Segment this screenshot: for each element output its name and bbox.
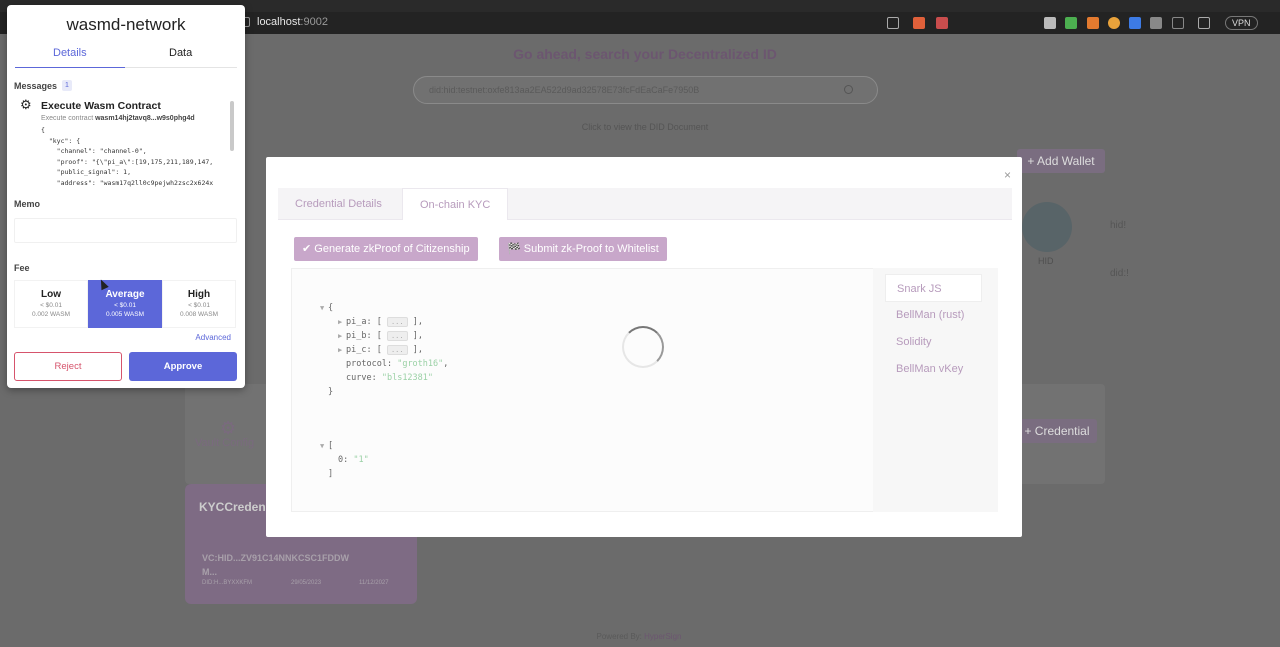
tab-onchain-kyc[interactable]: On-chain KYC (402, 188, 509, 220)
tab-details[interactable]: Details (53, 47, 87, 59)
fee-usd: < $0.01 (188, 302, 210, 309)
card-issued-date: 29/05/2023 (291, 580, 322, 586)
message-payload: { "kyc": { "channel": "channel-0", "proo… (41, 126, 214, 187)
card-expiry-date: 11/12/2027 (359, 580, 389, 586)
card-vc-line-1: VC:HID...ZV91C14NNKCSC1FDDW (202, 553, 350, 563)
menu-item-bellman-vkey[interactable]: BellMan vKey (885, 355, 982, 383)
active-tab-indicator (15, 67, 125, 68)
add-credential-button[interactable]: + Credential (1017, 419, 1097, 443)
fee-usd: < $0.01 (40, 302, 62, 309)
json-value-protocol: "groth16" (397, 359, 444, 369)
powered-by-prefix: Powered By: (596, 632, 642, 641)
json-index: 0 (338, 455, 344, 465)
gear-icon: ⚙ (220, 418, 237, 438)
menu-item-snarkjs[interactable]: Snark JS (885, 274, 982, 302)
public-signals-json: ▼[ 0: "1" ] (320, 439, 369, 479)
submit-zkproof-button[interactable]: 🏁 Submit zk-Proof to Whitelist (499, 237, 667, 261)
messages-label: Messages (14, 81, 58, 91)
url-port: :9002 (300, 16, 328, 28)
powered-by: Powered By: HyperSign (0, 632, 1278, 641)
gear-icon: ⚙ (20, 97, 32, 112)
share-icon[interactable] (887, 17, 899, 29)
credential-modal: × Credential Details On-chain KYC ✔ Gene… (266, 157, 1022, 537)
proof-json: ▼{ ▶ pi_a: [ ... ], ▶ pi_b: [ ... ], ▶ pi_c… (320, 301, 449, 397)
tab-credential-details[interactable]: Credential Details (278, 188, 399, 220)
address-bar[interactable]: localhost:9002 (257, 16, 328, 28)
wallet-icon[interactable] (1198, 17, 1210, 29)
fee-usd: < $0.01 (114, 302, 136, 309)
messages-count-badge: 1 (62, 80, 72, 91)
menu-item-solidity[interactable]: Solidity (885, 328, 982, 356)
loading-spinner-icon (622, 326, 664, 368)
vault-config-button[interactable]: Vault Config (195, 437, 254, 449)
json-key-pi-b: pi_b (346, 331, 367, 341)
memo-input[interactable] (14, 218, 237, 243)
modal-tabs: Credential Details On-chain KYC (278, 188, 1012, 220)
fee-name: Average (105, 289, 145, 300)
keplr-icon[interactable] (1129, 17, 1141, 29)
message-scrollbar[interactable] (230, 101, 234, 151)
sidebar-icon[interactable] (1172, 17, 1184, 29)
wallet-extension-icon[interactable] (1108, 17, 1120, 29)
memo-label: Memo (14, 199, 41, 209)
metamask-icon[interactable] (1087, 17, 1099, 29)
json-ellipsis[interactable]: ... (386, 331, 408, 341)
fee-name: Low (41, 289, 61, 300)
collapse-caret-icon[interactable]: ▼ (320, 301, 328, 315)
card-title: KYCCreden (199, 500, 266, 514)
fee-amount: 0.008 WASM (179, 311, 219, 318)
puzzle-icon[interactable] (1150, 17, 1162, 29)
json-key-curve: curve (346, 373, 372, 383)
fee-name: High (187, 289, 211, 300)
tab-data[interactable]: Data (169, 47, 192, 59)
fee-option-high[interactable]: High < $0.01 0.008 WASM (162, 280, 236, 328)
did-search-input[interactable]: did:hid:testnet:oxfe813aa2EA522d9ad32578… (413, 76, 878, 104)
approve-button[interactable]: Approve (129, 352, 237, 381)
did-search-value: did:hid:testnet:oxfe813aa2EA522d9ad32578… (429, 85, 700, 95)
wallet-popup: wasmd-network Details Data Messages 1 ⚙ … (7, 5, 245, 388)
hid-logo-icon (1022, 202, 1072, 252)
json-key-pi-c: pi_c (346, 345, 367, 355)
message-sub-prefix: Execute contract (41, 115, 94, 122)
wallet-network-title: wasmd-network (66, 15, 186, 34)
side-text-1: hid! (1110, 220, 1127, 231)
card-did: DID:H...BYXXKFM (202, 580, 253, 586)
expand-caret-icon[interactable]: ▶ (338, 343, 346, 357)
expand-caret-icon[interactable]: ▶ (338, 329, 346, 343)
card-vc-id: VC:HID...ZV91C14NNKCSC1FDDW M... (202, 551, 349, 579)
json-value-curve: "bls12381" (381, 373, 434, 383)
collapse-caret-icon[interactable]: ▼ (320, 439, 328, 453)
powered-by-link[interactable]: HyperSign (644, 632, 681, 641)
side-text-2: did:! (1110, 268, 1129, 279)
generate-zkproof-button[interactable]: ✔ Generate zkProof of Citizenship (294, 237, 478, 261)
proof-format-menu: Snark JS BellMan (rust) Solidity BellMan… (873, 268, 998, 512)
rewards-icon[interactable] (936, 17, 948, 29)
vpn-button[interactable]: VPN (1225, 16, 1258, 30)
json-ellipsis[interactable]: ... (386, 345, 408, 355)
brave-shield-icon[interactable] (913, 17, 925, 29)
message-subtitle: Execute contract wasm14hj2tavq8...w9s0ph… (41, 115, 195, 122)
hid-label: HID (1038, 256, 1054, 266)
fee-amount: 0.005 WASM (105, 311, 145, 318)
message-title: Execute Wasm Contract (41, 100, 161, 112)
fee-option-low[interactable]: Low < $0.01 0.002 WASM (14, 280, 88, 328)
vue-devtools-icon[interactable] (1065, 17, 1077, 29)
fee-amount: 0.002 WASM (31, 311, 71, 318)
card-vc-line-2: M... (202, 567, 217, 577)
advanced-link[interactable]: Advanced (195, 333, 231, 342)
expand-caret-icon[interactable]: ▶ (338, 315, 346, 329)
url-host: localhost (257, 16, 301, 28)
json-key-protocol: protocol (346, 359, 387, 369)
fee-label: Fee (14, 263, 30, 273)
contract-address: wasm14hj2tavq8...w9s0phg4d (95, 115, 195, 122)
add-wallet-button[interactable]: + Add Wallet (1017, 149, 1105, 173)
extension-icon[interactable] (1044, 17, 1056, 29)
close-icon[interactable]: × (1004, 168, 1011, 182)
search-icon[interactable] (844, 85, 853, 94)
json-ellipsis[interactable]: ... (386, 317, 408, 327)
json-array-value: "1" (353, 455, 369, 465)
json-key-pi-a: pi_a (346, 317, 367, 327)
reject-button[interactable]: Reject (14, 352, 122, 381)
menu-item-bellman-rust[interactable]: BellMan (rust) (885, 301, 982, 329)
